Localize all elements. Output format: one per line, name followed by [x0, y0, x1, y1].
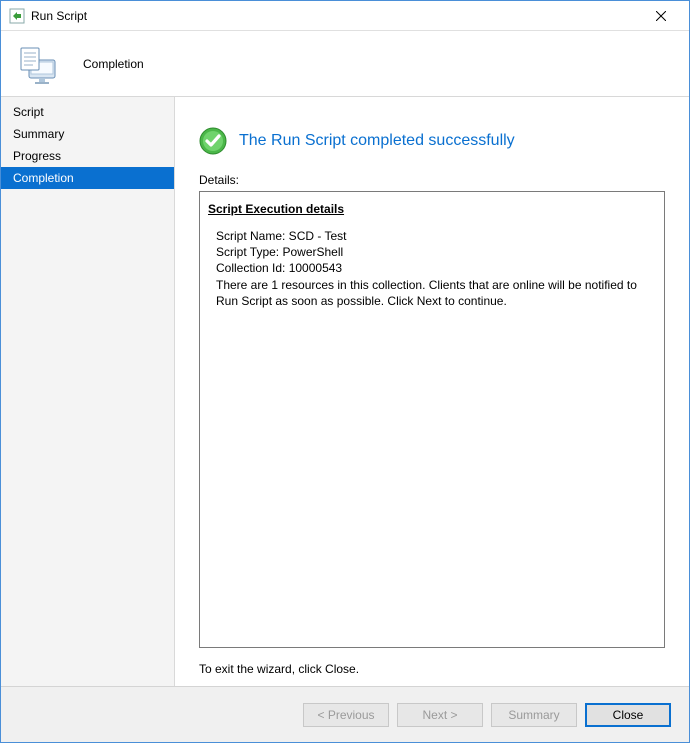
header-title: Completion: [83, 57, 144, 71]
collection-id-line: Collection Id: 10000543: [216, 260, 656, 276]
success-icon: [199, 127, 227, 155]
close-window-button[interactable]: [641, 2, 681, 30]
script-name-line: Script Name: SCD - Test: [216, 228, 656, 244]
previous-button: < Previous: [303, 703, 389, 727]
details-body: Script Name: SCD - Test Script Type: Pow…: [208, 228, 656, 309]
summary-button: Summary: [491, 703, 577, 727]
next-button: Next >: [397, 703, 483, 727]
close-button[interactable]: Close: [585, 703, 671, 727]
details-label: Details:: [199, 173, 665, 187]
footer: < Previous Next > Summary Close: [1, 686, 689, 742]
window-title: Run Script: [31, 9, 641, 23]
main-area: Script Summary Progress Completion The R…: [1, 97, 689, 686]
status-row: The Run Script completed successfully: [199, 127, 665, 155]
wizard-icon: [15, 40, 63, 88]
content-area: The Run Script completed successfully De…: [175, 97, 689, 686]
script-type-line: Script Type: PowerShell: [216, 244, 656, 260]
sidebar: Script Summary Progress Completion: [1, 97, 175, 686]
resources-line: There are 1 resources in this collection…: [216, 277, 656, 309]
app-icon: [9, 8, 25, 24]
details-box: Script Execution details Script Name: SC…: [199, 191, 665, 648]
header-band: Completion: [1, 31, 689, 97]
status-text: The Run Script completed successfully: [239, 132, 515, 150]
sidebar-item-progress[interactable]: Progress: [1, 145, 174, 167]
titlebar: Run Script: [1, 1, 689, 31]
exit-hint: To exit the wizard, click Close.: [199, 662, 665, 676]
sidebar-item-completion[interactable]: Completion: [1, 167, 174, 189]
sidebar-item-script[interactable]: Script: [1, 101, 174, 123]
details-heading: Script Execution details: [208, 202, 656, 216]
sidebar-item-summary[interactable]: Summary: [1, 123, 174, 145]
